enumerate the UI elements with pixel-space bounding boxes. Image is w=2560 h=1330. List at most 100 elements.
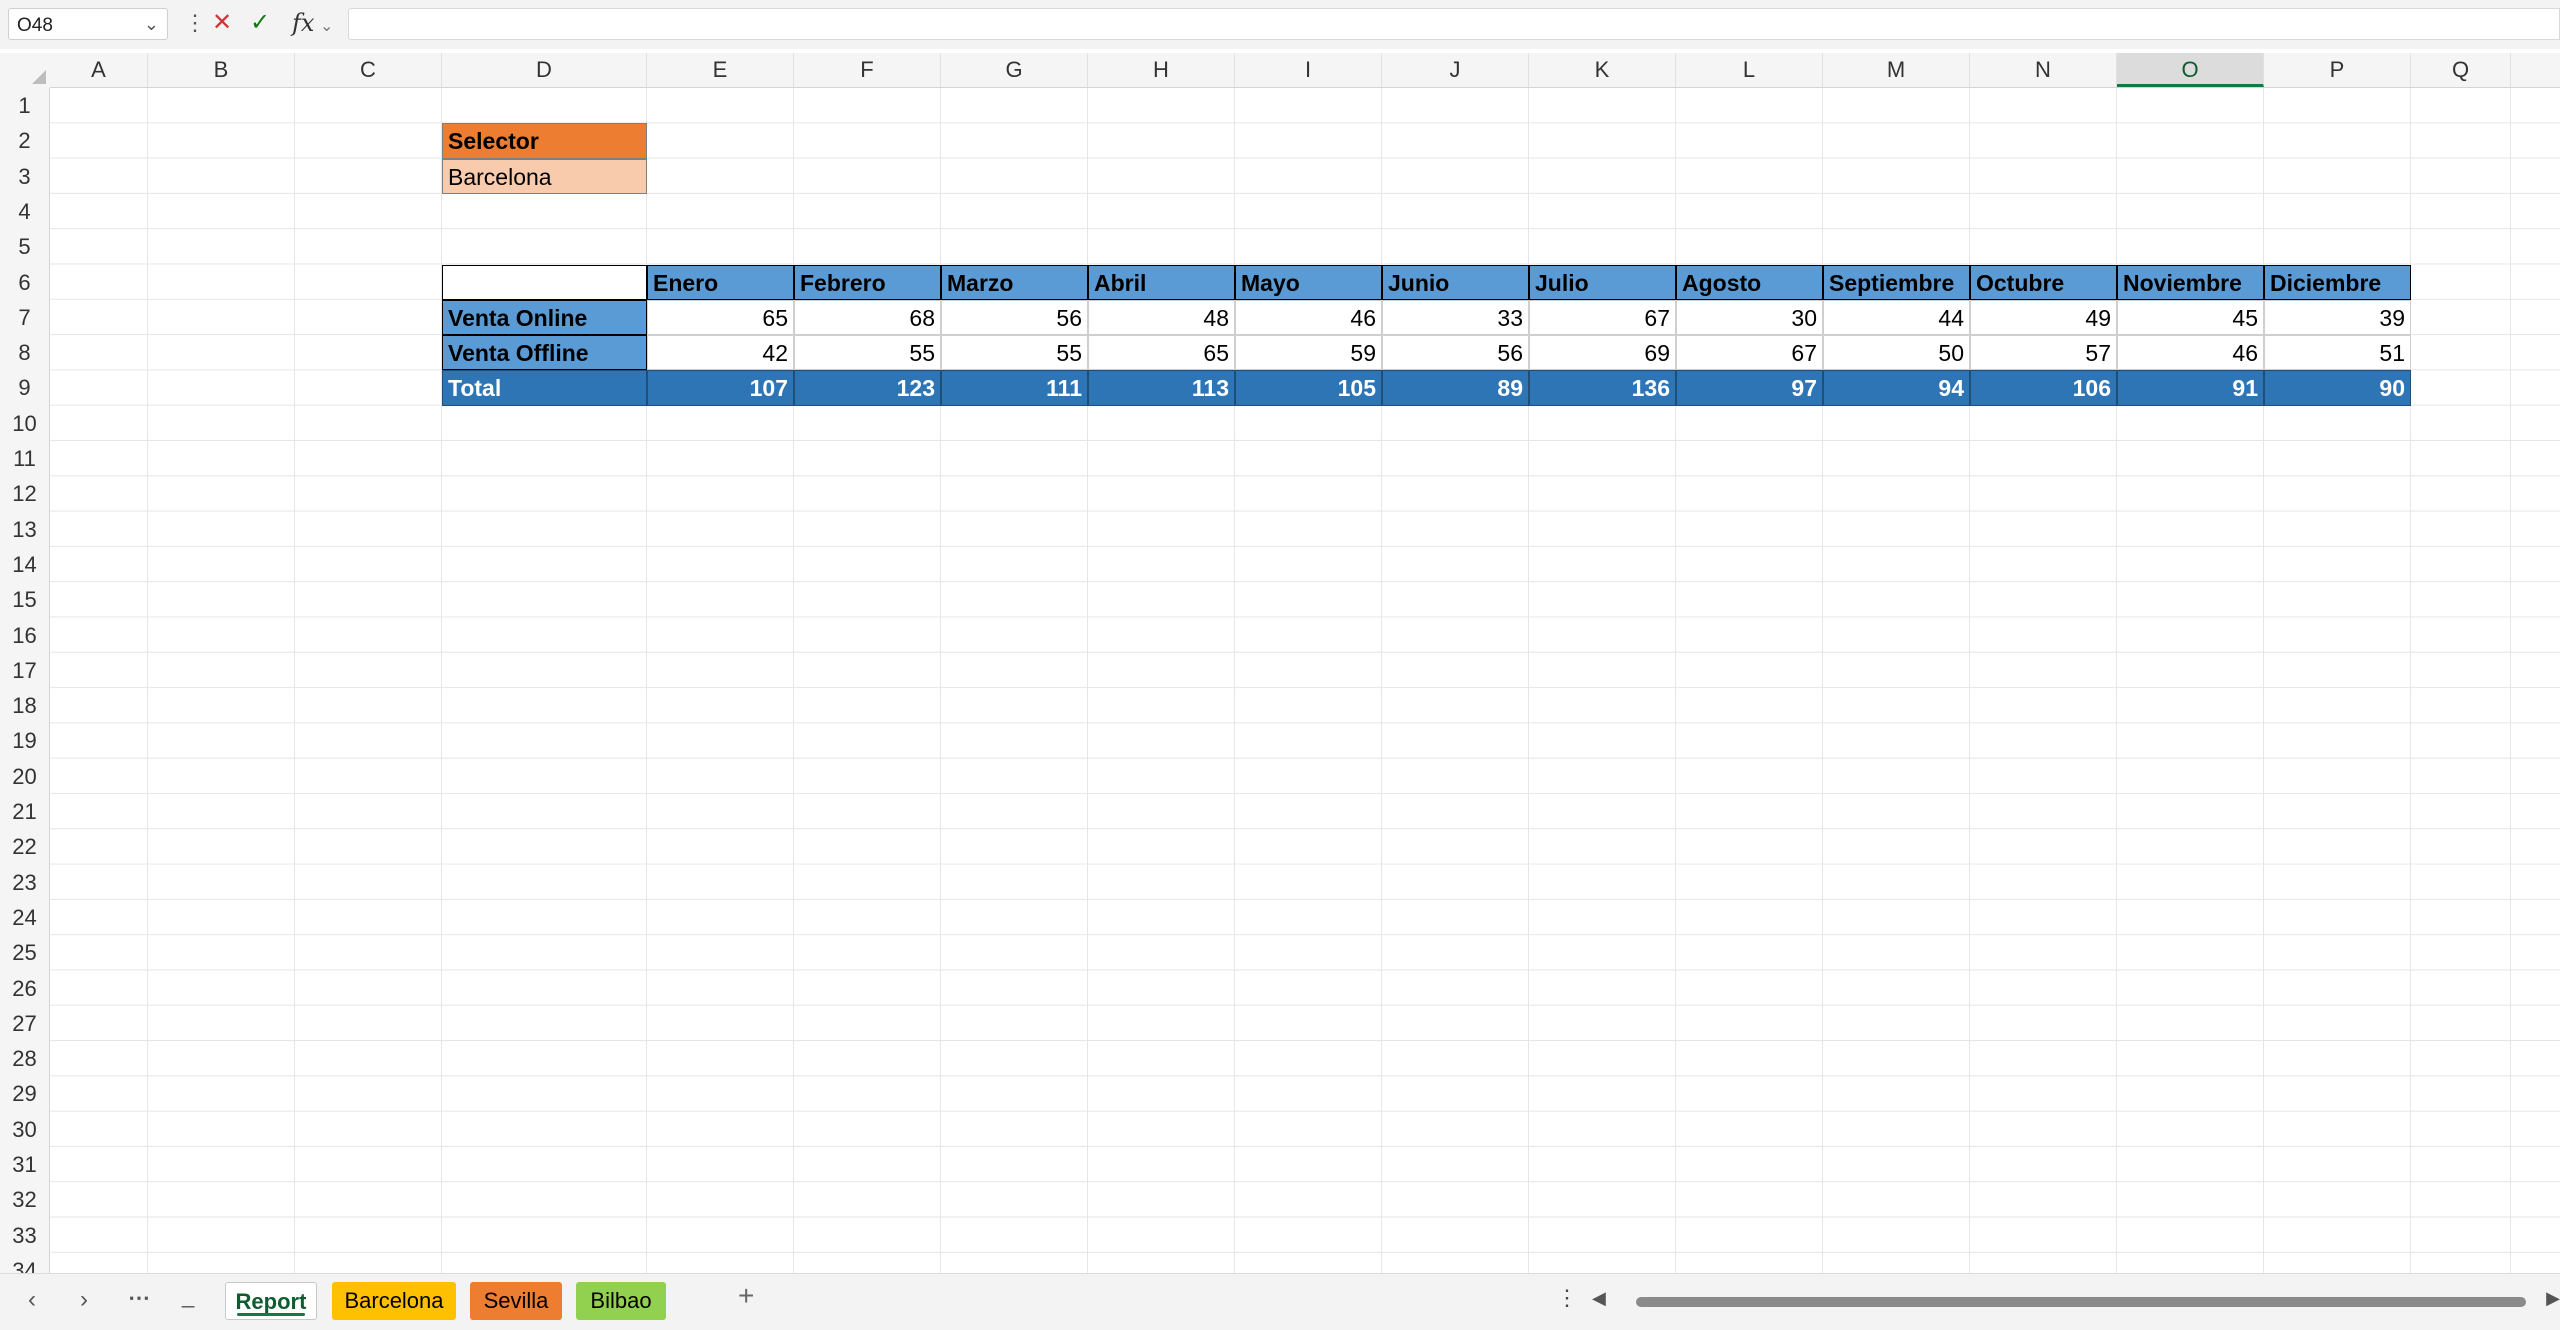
row-header-15[interactable]: 15 [0, 582, 49, 617]
value-cell[interactable]: 67 [1676, 335, 1823, 371]
month-header-cell[interactable]: Enero [647, 264, 794, 300]
check-icon[interactable]: ✓ [250, 9, 270, 37]
column-header-p[interactable]: P [2264, 53, 2411, 87]
value-cell[interactable]: 39 [2264, 299, 2411, 336]
column-header-k[interactable]: K [1529, 53, 1676, 87]
month-header-cell[interactable]: Febrero [794, 264, 941, 300]
month-header-cell[interactable]: Julio [1529, 264, 1676, 300]
row-label-cell[interactable]: Venta Offline [442, 335, 647, 371]
total-value-cell[interactable]: 113 [1088, 370, 1235, 406]
row-header-17[interactable]: 17 [0, 653, 49, 688]
row-header-5[interactable]: 5 [0, 229, 49, 264]
row-header-6[interactable]: 6 [0, 265, 49, 300]
value-cell[interactable]: 67 [1529, 299, 1676, 336]
total-value-cell[interactable]: 123 [794, 370, 941, 406]
value-cell[interactable]: 49 [1970, 299, 2117, 336]
row-header-27[interactable]: 27 [0, 1006, 49, 1041]
row-header-29[interactable]: 29 [0, 1076, 49, 1111]
column-header-m[interactable]: M [1823, 53, 1970, 87]
row-header-8[interactable]: 8 [0, 335, 49, 370]
column-header-a[interactable]: A [50, 53, 148, 87]
month-header-cell[interactable]: Septiembre [1823, 264, 1970, 300]
column-header-g[interactable]: G [941, 53, 1088, 87]
add-sheet-icon[interactable]: + [738, 1282, 754, 1310]
row-header-22[interactable]: 22 [0, 829, 49, 864]
vertical-ellipsis-icon[interactable]: ⋮ [184, 9, 206, 37]
total-value-cell[interactable]: 136 [1529, 370, 1676, 406]
scrollbar-thumb[interactable] [1636, 1297, 2526, 1307]
value-cell[interactable]: 56 [1382, 335, 1529, 371]
value-cell[interactable]: 65 [647, 299, 794, 336]
month-header-cell[interactable]: Noviembre [2117, 264, 2264, 300]
row-header-24[interactable]: 24 [0, 900, 49, 935]
chevron-left-icon[interactable]: ‹ [28, 1286, 36, 1314]
chevron-right-icon[interactable]: › [80, 1286, 88, 1314]
row-header-14[interactable]: 14 [0, 547, 49, 582]
column-header-e[interactable]: E [647, 53, 794, 87]
column-header-b[interactable]: B [148, 53, 295, 87]
value-cell[interactable]: 46 [1235, 299, 1382, 336]
month-header-cell[interactable]: Octubre [1970, 264, 2117, 300]
value-cell[interactable]: 42 [647, 335, 794, 371]
value-cell[interactable]: 59 [1235, 335, 1382, 371]
row-header-34[interactable]: 34 [0, 1253, 49, 1273]
row-header-33[interactable]: 33 [0, 1218, 49, 1253]
row-header-11[interactable]: 11 [0, 441, 49, 476]
month-header-cell[interactable]: Abril [1088, 264, 1235, 300]
row-header-12[interactable]: 12 [0, 476, 49, 511]
column-header-j[interactable]: J [1382, 53, 1529, 87]
table-corner-cell[interactable] [442, 264, 647, 300]
row-header-3[interactable]: 3 [0, 159, 49, 194]
function-icon[interactable]: fx [292, 9, 314, 37]
value-cell[interactable]: 55 [794, 335, 941, 371]
value-cell[interactable]: 50 [1823, 335, 1970, 371]
row-header-20[interactable]: 20 [0, 759, 49, 794]
column-header-o[interactable]: O [2117, 53, 2264, 87]
row-header-10[interactable]: 10 [0, 406, 49, 441]
chevron-down-icon[interactable]: ⌄ [144, 14, 159, 35]
row-header-2[interactable]: 2 [0, 123, 49, 158]
row-header-25[interactable]: 25 [0, 935, 49, 970]
column-header-q[interactable]: Q [2411, 53, 2511, 87]
value-cell[interactable]: 55 [941, 335, 1088, 371]
column-header-c[interactable]: C [295, 53, 442, 87]
value-cell[interactable]: 30 [1676, 299, 1823, 336]
row-header-18[interactable]: 18 [0, 688, 49, 723]
total-value-cell[interactable]: 111 [941, 370, 1088, 406]
value-cell[interactable]: 44 [1823, 299, 1970, 336]
month-header-cell[interactable]: Junio [1382, 264, 1529, 300]
row-header-9[interactable]: 9 [0, 370, 49, 405]
more-sheets-icon[interactable]: ⋯ [128, 1284, 151, 1312]
vertical-ellipsis-icon[interactable]: ⋮ [1556, 1284, 1578, 1312]
total-value-cell[interactable]: 90 [2264, 370, 2411, 406]
value-cell[interactable]: 51 [2264, 335, 2411, 371]
horizontal-scrollbar[interactable]: ◀ ▶ [1592, 1288, 2560, 1316]
value-cell[interactable]: 69 [1529, 335, 1676, 371]
scroll-right-icon[interactable]: ▶ [2546, 1288, 2560, 1309]
month-header-cell[interactable]: Agosto [1676, 264, 1823, 300]
minimize-icon[interactable]: _ [182, 1282, 194, 1310]
column-header-l[interactable]: L [1676, 53, 1823, 87]
column-header-d[interactable]: D [442, 53, 647, 87]
month-header-cell[interactable]: Marzo [941, 264, 1088, 300]
name-box[interactable]: O48 ⌄ [8, 8, 168, 40]
formula-input[interactable] [348, 8, 2560, 40]
row-header-19[interactable]: 19 [0, 723, 49, 758]
row-header-32[interactable]: 32 [0, 1182, 49, 1217]
row-header-21[interactable]: 21 [0, 794, 49, 829]
month-header-cell[interactable]: Mayo [1235, 264, 1382, 300]
value-cell[interactable]: 68 [794, 299, 941, 336]
value-cell[interactable]: 56 [941, 299, 1088, 336]
total-value-cell[interactable]: 105 [1235, 370, 1382, 406]
column-header-n[interactable]: N [1970, 53, 2117, 87]
row-header-31[interactable]: 31 [0, 1147, 49, 1182]
scroll-left-icon[interactable]: ◀ [1592, 1288, 1606, 1309]
column-header-f[interactable]: F [794, 53, 941, 87]
row-header-23[interactable]: 23 [0, 865, 49, 900]
row-header-30[interactable]: 30 [0, 1112, 49, 1147]
total-value-cell[interactable]: 106 [1970, 370, 2117, 406]
select-all-corner[interactable] [0, 53, 50, 88]
total-value-cell[interactable]: 107 [647, 370, 794, 406]
sheet-tab-barcelona[interactable]: Barcelona [332, 1282, 456, 1320]
row-header-4[interactable]: 4 [0, 194, 49, 229]
